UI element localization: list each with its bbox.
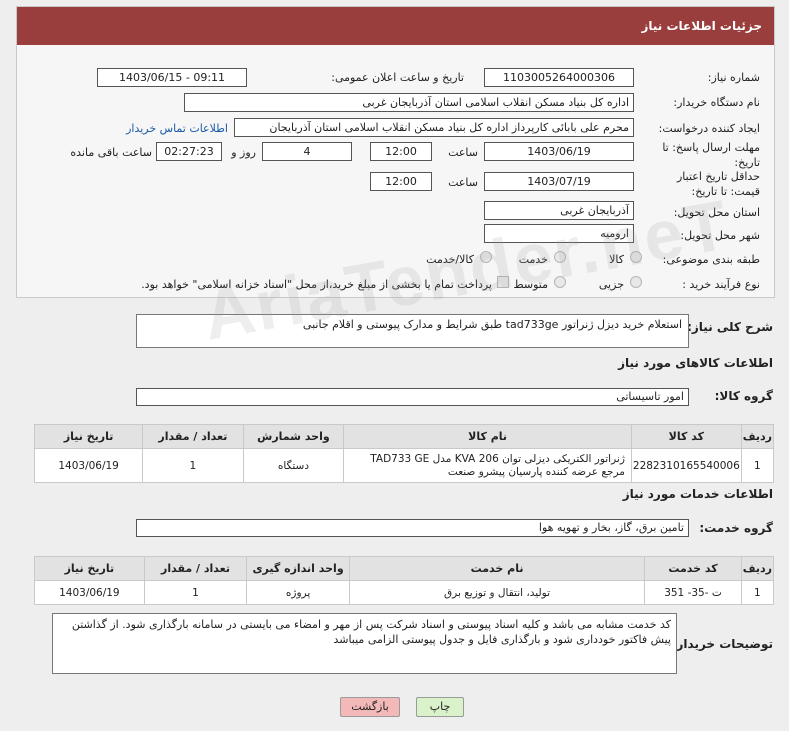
remaining-time-field: 02:27:23 <box>156 142 222 161</box>
validity-date-field: 1403/07/19 <box>484 172 634 191</box>
services-row-qty: 1 <box>143 580 248 605</box>
services-header-code: کد خدمت <box>644 556 742 581</box>
deadline-time-field: 12:00 <box>370 142 432 161</box>
category-goods-radio[interactable] <box>630 251 642 263</box>
services-row-name: تولید، انتقال و توزیع برق <box>348 580 646 605</box>
process-medium-label: متوسط <box>513 278 548 291</box>
process-minor-label: جزیی <box>598 278 624 291</box>
panel-title: جزئیات اطلاعات نیاز <box>17 7 774 45</box>
services-row-code: ت -35- 351 <box>644 580 742 605</box>
goods-table-header: ردیف کد کالا نام کالا واحد شمارش تعداد /… <box>33 424 775 449</box>
category-goods-label: کالا <box>609 253 624 266</box>
process-minor-radio[interactable] <box>630 276 642 288</box>
services-header-row: ردیف <box>740 556 775 581</box>
deadline-time-label: ساعت <box>448 146 478 159</box>
services-group-field: تامین برق، گاز، بخار و تهویه هوا <box>136 519 689 537</box>
services-header-qty: تعداد / مقدار <box>143 556 248 581</box>
buyer-label: نام دستگاه خریدار: <box>673 96 760 109</box>
buyer-notes-label: توضیحات خریدار: <box>671 637 773 651</box>
deadline-date-field: 1403/06/19 <box>484 142 634 161</box>
services-header-date: تاریخ نیاز <box>34 556 145 581</box>
description-field: استعلام خرید دیزل ژنراتور tad733ge طبق ش… <box>136 314 689 348</box>
category-goods-service-radio[interactable] <box>480 251 492 263</box>
goods-header-code: کد کالا <box>630 424 742 449</box>
need-number-label: شماره نیاز: <box>707 71 760 84</box>
services-header-name: نام خدمت <box>348 556 646 581</box>
goods-row-code: 2282310165540006 <box>630 448 742 483</box>
process-medium-radio[interactable] <box>554 276 566 288</box>
goods-header-name: نام کالا <box>343 424 632 449</box>
services-header-unit: واحد اندازه گیری <box>246 556 350 581</box>
services-section-title: اطلاعات خدمات مورد نیاز <box>622 487 773 501</box>
goods-group-label: گروه کالا: <box>714 389 773 403</box>
city-field: ارومیه <box>484 224 634 243</box>
validity-label: حداقل تاریخ اعتبار قیمت: تا تاریخ: <box>676 170 760 198</box>
services-row-unit: پروژه <box>246 580 350 605</box>
deadline-label: مهلت ارسال پاسخ: تا تاریخ: <box>662 141 760 169</box>
goods-row-date: 1403/06/19 <box>33 448 144 483</box>
announce-field: 1403/06/15 - 09:11 <box>97 68 247 87</box>
goods-row-unit: دستگاه <box>242 448 345 483</box>
announce-label: تاریخ و ساعت اعلان عمومی: <box>331 71 464 84</box>
table-row: 1 2282310165540006 ژنراتور الکتریکی دیزل… <box>33 448 775 483</box>
contact-buyer-link[interactable]: اطلاعات تماس خریدار <box>126 122 228 135</box>
goods-header-row: ردیف <box>740 424 775 449</box>
category-goods-service-label: کالا/خدمت <box>426 253 474 266</box>
goods-header-unit: واحد شمارش <box>242 424 345 449</box>
province-label: استان محل تحویل: <box>673 206 760 219</box>
category-service-radio[interactable] <box>554 251 566 263</box>
requester-field: محرم علی بابائی کارپرداز اداره کل بنیاد … <box>234 118 634 137</box>
remaining-label: ساعت باقی مانده <box>70 146 152 159</box>
goods-section-title: اطلاعات کالاهای مورد نیاز <box>618 356 773 370</box>
services-row-date: 1403/06/19 <box>34 580 145 605</box>
description-label: شرح کلی نیاز: <box>687 320 773 334</box>
buyer-notes-text: کد خدمت مشابه می باشد و کلیه اسناد پیوست… <box>71 618 671 646</box>
table-row: 1 ت -35- 351 تولید، انتقال و توزیع برق پ… <box>34 580 775 605</box>
validity-time-field: 12:00 <box>370 172 432 191</box>
need-number-field: 1103005264000306 <box>484 68 634 87</box>
goods-header-date: تاریخ نیاز <box>33 424 144 449</box>
goods-group-field: امور تاسیساتی <box>136 388 689 406</box>
details-panel: جزئیات اطلاعات نیاز شماره نیاز: 11030052… <box>16 6 775 298</box>
category-label: طبقه بندی موضوعی: <box>662 253 760 266</box>
buyer-field: اداره کل بنیاد مسکن انقلاب اسلامی استان … <box>184 93 634 112</box>
description-text: استعلام خرید دیزل ژنراتور tad733ge طبق ش… <box>302 318 682 331</box>
validity-time-label: ساعت <box>448 176 478 189</box>
days-field: 4 <box>262 142 352 161</box>
back-button[interactable]: بازگشت <box>340 697 400 717</box>
services-row-number: 1 <box>740 580 775 605</box>
goods-row-qty: 1 <box>142 448 244 483</box>
goods-table: ردیف کد کالا نام کالا واحد شمارش تعداد /… <box>33 424 775 483</box>
goods-header-qty: تعداد / مقدار <box>142 424 244 449</box>
goods-row-number: 1 <box>740 448 775 483</box>
goods-row-name: ژنراتور الکتریکی دیزلی توان 206 KVA مدل … <box>343 448 632 483</box>
treasury-payment-note: پرداخت تمام یا بخشی از مبلغ خرید،از محل … <box>141 278 492 291</box>
services-table: ردیف کد خدمت نام خدمت واحد اندازه گیری ت… <box>34 556 775 605</box>
process-label: نوع فرآیند خرید : <box>682 278 760 291</box>
province-field: آذربایجان غربی <box>484 201 634 220</box>
treasury-payment-checkbox[interactable] <box>497 276 509 288</box>
print-button[interactable]: چاپ <box>416 697 464 717</box>
city-label: شهر محل تحویل: <box>680 229 760 242</box>
category-service-label: خدمت <box>518 253 548 266</box>
services-group-label: گروه خدمت: <box>699 521 773 535</box>
buyer-notes-field: کد خدمت مشابه می باشد و کلیه اسناد پیوست… <box>52 613 677 674</box>
services-table-header: ردیف کد خدمت نام خدمت واحد اندازه گیری ت… <box>34 556 775 581</box>
days-label: روز و <box>231 146 256 159</box>
requester-label: ایجاد کننده درخواست: <box>658 122 760 135</box>
